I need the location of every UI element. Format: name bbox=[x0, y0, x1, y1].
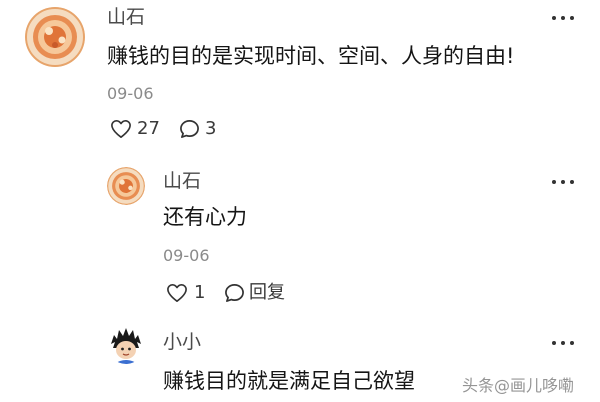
like-count: 27 bbox=[137, 118, 160, 139]
like-button[interactable]: 1 bbox=[166, 283, 205, 303]
speech-bubble-icon bbox=[180, 120, 199, 138]
more-options-icon[interactable] bbox=[552, 340, 574, 346]
more-options-icon[interactable] bbox=[552, 179, 574, 185]
author-name[interactable]: 山石 bbox=[107, 8, 145, 27]
watermark: 头条@画儿哆嘞 bbox=[462, 376, 575, 395]
comment-text: 赚钱目的就是满足自己欲望 bbox=[163, 369, 415, 393]
comment-date: 09-06 bbox=[163, 246, 210, 265]
heart-outline-icon bbox=[111, 120, 131, 138]
speech-bubble-icon bbox=[225, 284, 244, 302]
reply-button[interactable]: 回复 bbox=[224, 283, 285, 303]
comment-text: 还有心力 bbox=[163, 205, 247, 229]
author-name[interactable]: 小小 bbox=[163, 333, 201, 352]
comment-text: 赚钱的目的是实现时间、空间、人身的自由! bbox=[107, 44, 515, 68]
avatar[interactable] bbox=[107, 167, 145, 205]
avatar[interactable] bbox=[107, 326, 145, 364]
like-count: 1 bbox=[194, 282, 206, 303]
author-name[interactable]: 山石 bbox=[163, 172, 201, 191]
more-options-icon[interactable] bbox=[552, 15, 574, 21]
reply-label: 回复 bbox=[249, 282, 285, 303]
like-button[interactable]: 27 bbox=[110, 119, 160, 139]
comment-date: 09-06 bbox=[107, 84, 154, 103]
reply-button[interactable]: 3 bbox=[179, 119, 216, 139]
heart-outline-icon bbox=[167, 284, 187, 302]
reply-count: 3 bbox=[205, 118, 217, 139]
avatar[interactable] bbox=[25, 7, 85, 67]
